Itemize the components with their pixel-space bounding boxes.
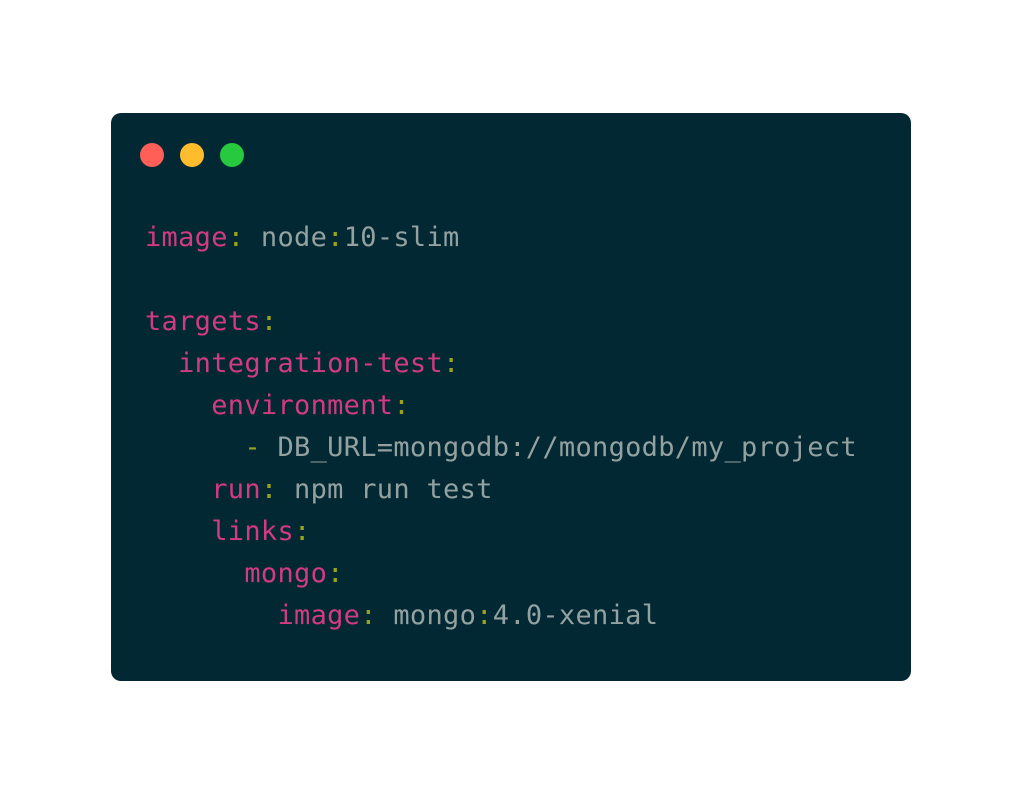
yaml-key: links bbox=[211, 516, 295, 547]
yaml-key: mongo bbox=[244, 558, 328, 589]
yaml-colon: : bbox=[227, 222, 261, 253]
yaml-colon: : bbox=[260, 306, 278, 337]
code-line: integration-test: bbox=[145, 343, 857, 385]
yaml-value-tag: 4.0-xenial bbox=[492, 600, 659, 631]
yaml-value: DB_URL=mongodb://mongodb/my_project bbox=[277, 432, 857, 463]
code-line: targets: bbox=[145, 301, 857, 343]
yaml-key: image bbox=[145, 222, 228, 253]
yaml-colon: : bbox=[327, 558, 344, 589]
code-line: image: mongo:4.0-xenial bbox=[145, 595, 857, 637]
code-block: image: node:10-slim targets: integration-… bbox=[145, 217, 857, 637]
value-colon: : bbox=[327, 222, 344, 253]
close-dot-icon[interactable] bbox=[140, 143, 164, 167]
yaml-value: node bbox=[260, 222, 328, 253]
code-window: image: node:10-slim targets: integration-… bbox=[111, 113, 911, 681]
yaml-value: npm run test bbox=[294, 474, 493, 505]
list-dash: - bbox=[244, 432, 278, 463]
yaml-value: mongo bbox=[393, 600, 477, 631]
code-line: mongo: bbox=[145, 553, 857, 595]
yaml-colon: : bbox=[360, 600, 394, 631]
yaml-key: environment bbox=[211, 390, 394, 421]
yaml-key: targets bbox=[145, 306, 261, 337]
yaml-value-tag: 10-slim bbox=[343, 222, 460, 253]
yaml-colon: : bbox=[294, 516, 311, 547]
yaml-key: integration-test bbox=[178, 348, 444, 379]
yaml-colon: : bbox=[443, 348, 460, 379]
yaml-key: run bbox=[211, 474, 261, 505]
code-line: image: node:10-slim bbox=[145, 217, 857, 259]
code-line: - DB_URL=mongodb://mongodb/my_project bbox=[145, 427, 857, 469]
yaml-colon: : bbox=[393, 390, 410, 421]
value-colon: : bbox=[476, 600, 493, 631]
minimize-dot-icon[interactable] bbox=[180, 143, 204, 167]
maximize-dot-icon[interactable] bbox=[220, 143, 244, 167]
code-line: links: bbox=[145, 511, 857, 553]
yaml-key: image bbox=[277, 600, 361, 631]
code-line: run: npm run test bbox=[145, 469, 857, 511]
yaml-colon: : bbox=[260, 474, 295, 505]
code-line: environment: bbox=[145, 385, 857, 427]
